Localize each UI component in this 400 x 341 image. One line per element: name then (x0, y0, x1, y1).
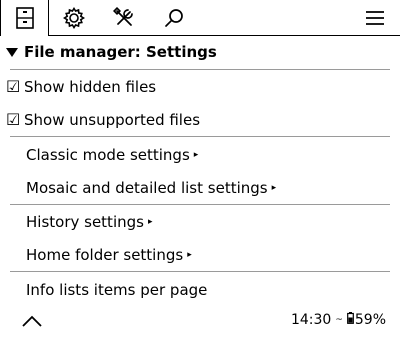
search-icon (165, 8, 183, 27)
tab-settings[interactable] (50, 0, 98, 35)
tools-icon (113, 6, 133, 26)
menu-item-classic-mode-settings[interactable]: Classic mode settings ▸ (0, 138, 400, 171)
clock-time: 14:30 (290, 312, 332, 328)
menu-item-show-hidden-files[interactable]: ☑ Show hidden files (0, 70, 400, 103)
menu-item-mosaic-detailed-list-settings[interactable]: Mosaic and detailed list settings ▸ (0, 171, 400, 204)
menu-item-show-unsupported-files[interactable]: ☑ Show unsupported files (0, 103, 400, 136)
gear-icon (63, 6, 85, 29)
footer-bar: 14:30 ~ 59% (0, 305, 400, 337)
menu-item-home-folder-settings[interactable]: Home folder settings ▸ (0, 238, 400, 271)
separator (10, 271, 390, 272)
menu-back-button[interactable] (20, 311, 44, 331)
chevron-up-icon (22, 315, 42, 327)
status-indicator: 14:30 ~ 59% (291, 312, 386, 328)
menu-item-label: Home folder settings (26, 245, 184, 264)
menu-item-label: Show unsupported files (24, 110, 201, 129)
collapse-triangle-icon (6, 47, 18, 57)
tab-search[interactable] (150, 0, 198, 35)
submenu-arrow-icon: ▸ (193, 149, 199, 160)
submenu-arrow-icon: ▸ (187, 249, 192, 260)
tab-file-browser[interactable] (0, 0, 49, 36)
separator (10, 136, 390, 137)
hamburger-menu-icon (366, 10, 384, 25)
menu-item-label: Info lists items per page (26, 280, 208, 299)
menu-title: File manager: Settings (24, 43, 217, 61)
charging-indicator: ~ (335, 315, 343, 325)
submenu-arrow-icon: ▸ (271, 182, 277, 193)
file-cabinet-icon (15, 7, 34, 29)
tab-bar (0, 0, 400, 36)
menu-item-info-lists-items-per-page[interactable]: Info lists items per page (0, 273, 400, 306)
menu-item-label: Mosaic and detailed list settings (26, 178, 268, 197)
menu-item-label: Classic mode settings (26, 145, 190, 164)
checkbox-checked-icon: ☑ (6, 76, 21, 96)
menu-item-label: History settings (26, 212, 144, 231)
menu-item-label: Show hidden files (24, 77, 157, 96)
submenu-arrow-icon: ▸ (147, 216, 153, 227)
tab-tools[interactable] (100, 0, 148, 35)
checkbox-checked-icon: ☑ (6, 109, 21, 129)
menu-item-history-settings[interactable]: History settings ▸ (0, 205, 400, 238)
menu-title-row[interactable]: File manager: Settings (0, 36, 400, 68)
battery-level: 59% (354, 312, 386, 328)
tab-main-menu[interactable] (350, 0, 400, 35)
battery-icon (346, 312, 354, 328)
